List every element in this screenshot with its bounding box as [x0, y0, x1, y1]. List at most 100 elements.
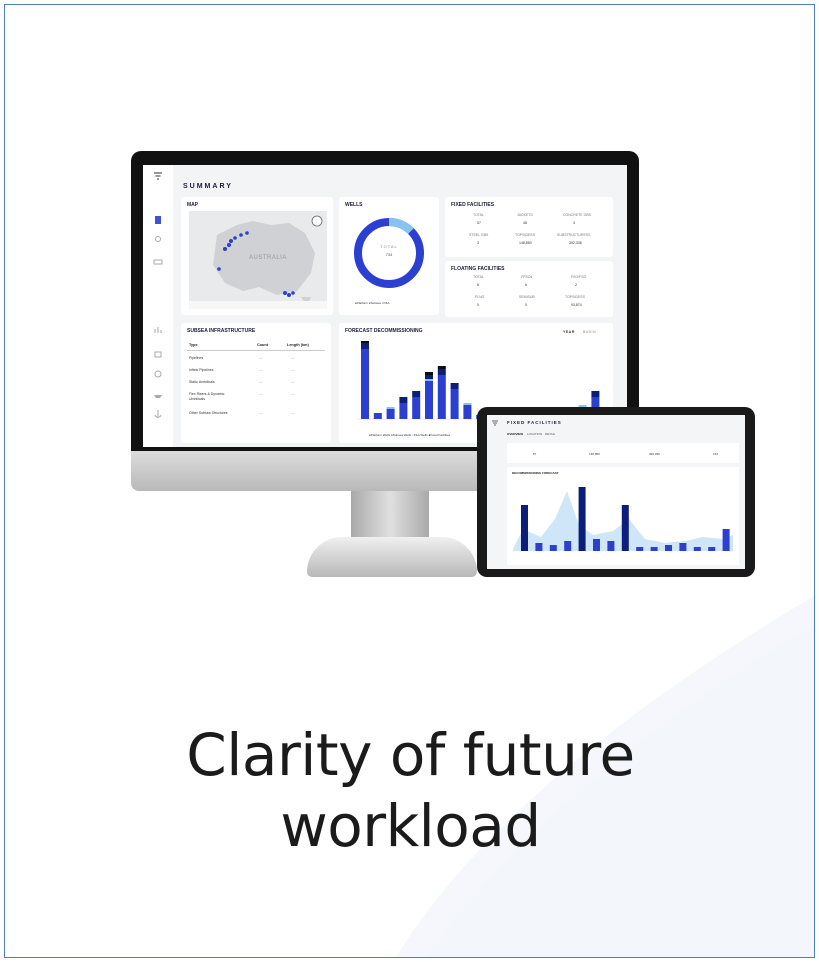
forecast-title: FORECAST DECOMMISSIONING	[345, 328, 423, 334]
filter-icon[interactable]	[491, 419, 499, 427]
map-title: MAP	[187, 202, 199, 208]
location-icon[interactable]	[153, 235, 163, 245]
chart-bar	[535, 543, 543, 551]
monitor-stand-neck	[351, 491, 429, 539]
floating-value-total: 8	[477, 283, 479, 287]
floating-value-topsides: 93,874	[571, 303, 582, 307]
forecast-legend: ●Platform Wells ●Subsea Wells ●P&A Wells…	[369, 433, 451, 437]
floating-value-flng: 0	[477, 303, 479, 307]
document-icon[interactable]	[153, 215, 163, 225]
table-row[interactable]: Infield Pipelines — —	[189, 368, 323, 378]
tablet-device: FIXED FACILITIES OVERVIEW LOCATION DETAI…	[477, 407, 755, 577]
tablet-chart-panel: DECOMMISSIONING FORECAST	[507, 467, 739, 565]
table-row[interactable]: Pipelines — —	[189, 356, 323, 366]
chart-bar	[450, 383, 459, 389]
table-row[interactable]: Other Subsea Structures — —	[189, 411, 323, 427]
chart-bar	[564, 541, 572, 551]
floating-label-fpso: FPSOs	[521, 275, 533, 279]
floating-facilities-title: FLOATING FACILITIES	[451, 266, 505, 272]
fixed-value-steel: 3	[477, 241, 479, 245]
chart-bar	[722, 529, 730, 551]
tablet-stat-topsides: 148,850	[589, 452, 600, 456]
subsea-title: SUBSEA INFRASTRUCTURE	[187, 328, 256, 334]
sidebar	[143, 165, 173, 447]
chart-bar	[386, 407, 395, 409]
subsea-header-type: Type	[189, 343, 198, 347]
chart-bar	[621, 505, 629, 551]
floating-label-topsides: TOPSIDESS	[565, 295, 585, 299]
filter-icon[interactable]	[153, 171, 163, 181]
fixed-label-steel: STEEL GBS	[469, 233, 489, 237]
floating-value-fpso: 6	[525, 283, 527, 287]
chart-bar	[463, 403, 472, 405]
tablet-title: FIXED FACILITIES	[507, 420, 562, 425]
chart-icon[interactable]	[153, 325, 163, 335]
legend-subsea-wells: Subsea Wells	[392, 433, 412, 437]
chart-bar	[425, 381, 433, 419]
layers-icon	[311, 215, 323, 227]
chart-bar	[708, 547, 716, 551]
country-label: AUSTRALIA	[249, 255, 287, 261]
subsea-panel: SUBSEA INFRASTRUCTURE Type Count Length …	[181, 323, 331, 443]
map-panel: MAP AUSTRALIA	[181, 197, 333, 315]
fixed-label-topsides: TOPSIDESS	[515, 233, 535, 237]
tablet-screen: FIXED FACILITIES OVERVIEW LOCATION DETAI…	[487, 415, 745, 569]
legend-platform-wells: Platform Wells	[370, 433, 391, 437]
floating-label-total: TOTAL	[473, 275, 484, 279]
tab-detail[interactable]: DETAIL	[545, 432, 555, 436]
chart-bar	[399, 397, 408, 403]
fixed-value-jackets: 48	[523, 221, 527, 225]
tablet-chart-title: DECOMMISSIONING FORECAST	[512, 471, 559, 475]
table-row[interactable]: Flex Risers & Dynamic Umbilicals — —	[189, 392, 323, 408]
legend-platform: Platform	[356, 301, 368, 305]
basin-button[interactable]: BASIN	[583, 330, 596, 334]
tab-location[interactable]: LOCATION	[527, 432, 542, 436]
floating-label-semisub: SEMISUB	[519, 295, 535, 299]
fixed-facilities-title: FIXED FACILITIES	[451, 202, 495, 208]
platform-icon[interactable]	[153, 349, 163, 359]
settings-icon[interactable]	[153, 369, 163, 379]
chart-bar	[361, 349, 369, 419]
anchor-icon[interactable]	[153, 409, 163, 419]
year-button[interactable]: YEAR	[563, 330, 575, 334]
chart-bar	[373, 413, 382, 419]
fixed-label-jackets: JACKETS	[517, 213, 533, 217]
chart-bar	[361, 341, 369, 343]
chart-bar	[450, 389, 459, 419]
wells-total-value: 734	[385, 252, 393, 257]
legend-fixed-facilities: Fixed Facilities	[430, 433, 451, 437]
fixed-label-concrete: CONCRETE GBS	[563, 213, 592, 217]
chart-bar	[650, 547, 658, 551]
floating-value-semisub: 0	[525, 303, 527, 307]
fixed-value-concrete: 3	[573, 221, 575, 225]
table-row[interactable]: Static Umbilicals — —	[189, 380, 323, 390]
chart-bar	[636, 547, 644, 551]
chart-bar	[412, 391, 421, 397]
tablet-stat-other: 154	[713, 452, 719, 456]
chart-bar	[386, 409, 395, 419]
chart-bar	[679, 543, 687, 551]
vessel-icon[interactable]	[153, 389, 163, 399]
chart-bar	[425, 372, 433, 375]
wells-panel: WELLS TOTAL 734 ●Platform ●Subsea ●P&A	[339, 197, 439, 315]
chart-bar	[437, 369, 446, 375]
tablet-forecast-chart	[513, 487, 733, 551]
caption-line-2: workload	[280, 792, 541, 860]
fixed-facilities-panel: FIXED FACILITIES TOTAL JACKETS CONCRETE …	[445, 197, 613, 257]
monitor-screen: SUMMARY MAP AUSTRALIA WELLS TOTAL 734 ●P…	[143, 165, 627, 447]
monitor-stand-base	[307, 537, 477, 577]
caption-line-1: Clarity of future	[186, 721, 635, 789]
chart-bar	[399, 403, 408, 419]
wells-legend: ●Platform ●Subsea ●P&A	[355, 301, 390, 305]
truck-icon[interactable]	[153, 257, 163, 267]
chart-bar	[607, 541, 615, 551]
chart-bar	[412, 397, 421, 419]
fixed-value-total: 57	[477, 221, 481, 225]
tab-overview[interactable]: OVERVIEW	[507, 432, 523, 436]
floating-facilities-panel: FLOATING FACILITIES TOTAL FPSOs FSO/FSO …	[445, 261, 613, 317]
chart-bar	[693, 547, 701, 551]
wells-title: WELLS	[345, 202, 363, 208]
fixed-value-topsides: 148,850	[519, 241, 532, 245]
subsea-header-length: Length (km)	[287, 343, 309, 347]
tablet-stats-bar: 57 148,850 392,336 154	[507, 443, 739, 463]
